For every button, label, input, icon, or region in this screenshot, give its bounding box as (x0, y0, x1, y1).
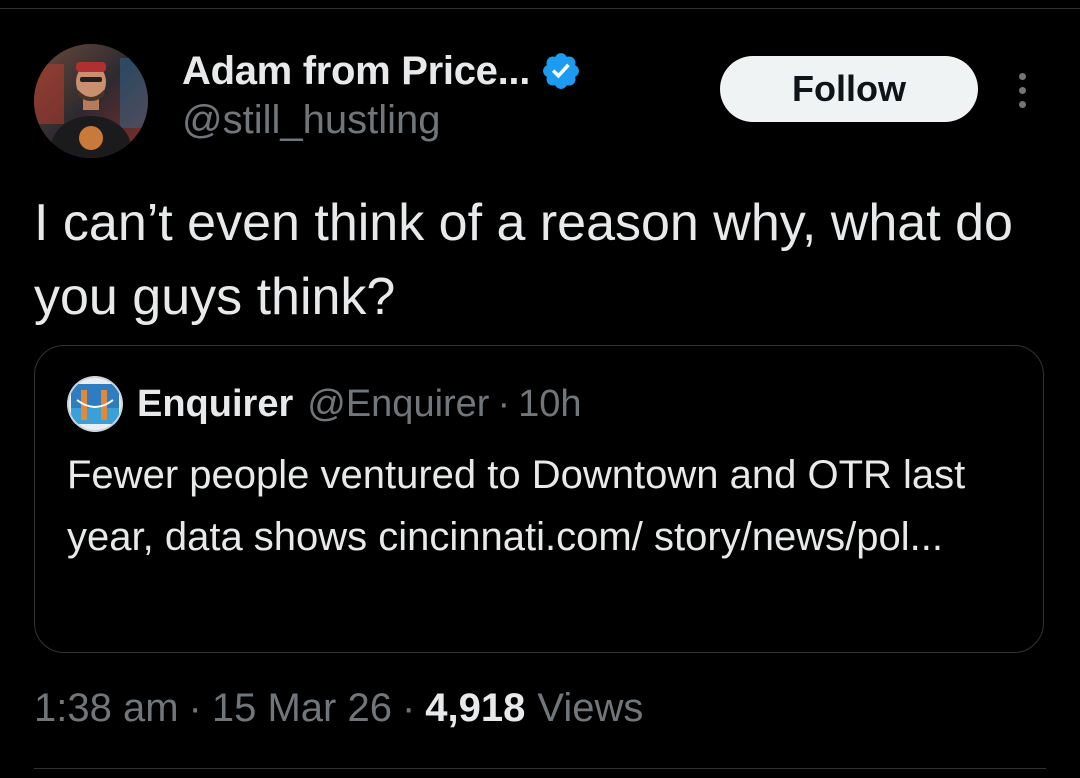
meta-separator-dot: · (188, 685, 202, 730)
quoted-author-handle: @Enquirer (307, 382, 490, 425)
quoted-tweet-card[interactable]: Enquirer @Enquirer · 10h Fewer people ve… (34, 345, 1044, 653)
more-options-button[interactable] (1004, 64, 1040, 116)
top-divider (0, 8, 1080, 9)
more-vertical-icon-dot (1018, 100, 1026, 108)
author-avatar[interactable] (34, 44, 148, 158)
quoted-tweet-header: Enquirer @Enquirer · 10h (67, 374, 582, 434)
views-count[interactable]: 4,918 (425, 686, 525, 731)
enquirer-logo-avatar-icon (67, 376, 123, 432)
user-avatar-photo-icon (34, 44, 148, 158)
author-handle[interactable]: @still_hustling (182, 98, 441, 143)
quoted-author-avatar[interactable] (67, 376, 123, 432)
author-display-name[interactable]: Adam from Price... (182, 49, 530, 94)
tweet-time[interactable]: 1:38 am (34, 686, 179, 731)
more-vertical-icon-dot (1018, 72, 1026, 80)
more-vertical-icon-dot (1018, 86, 1026, 94)
views-label[interactable]: Views (537, 686, 643, 731)
quoted-tweet-time: 10h (518, 382, 582, 425)
bottom-divider (34, 768, 1046, 769)
tweet-meta-row: 1:38 am · 15 Mar 26 · 4,918 Views (34, 680, 643, 736)
quoted-separator-dot: · (497, 382, 511, 425)
follow-button[interactable]: Follow (720, 56, 978, 122)
verified-badge-icon[interactable] (540, 50, 582, 92)
quoted-author-name: Enquirer (137, 382, 294, 425)
author-name-row: Adam from Price... (182, 46, 582, 96)
tweet-date[interactable]: 15 Mar 26 (212, 686, 392, 731)
quoted-tweet-text: Fewer people ventured to Downtown and OT… (67, 453, 966, 559)
meta-separator-dot: · (401, 685, 416, 730)
tweet-text: I can’t even think of a reason why, what… (34, 194, 1013, 326)
